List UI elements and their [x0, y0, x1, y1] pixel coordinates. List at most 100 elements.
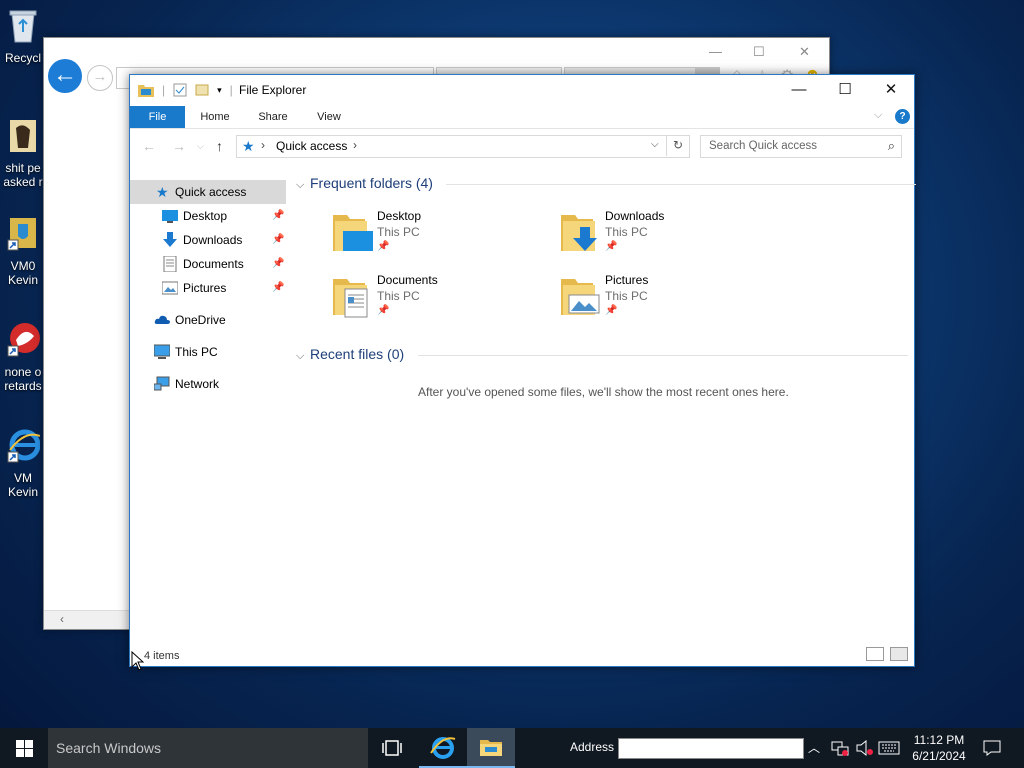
pin-icon: 📌 [377, 305, 390, 316]
folder-tile-pictures[interactable]: Pictures This PC 📌 [559, 273, 769, 329]
expand-ribbon-icon[interactable]: ⌵ [874, 109, 882, 122]
system-clock[interactable]: 11:12 PM 6/21/2024 [906, 732, 972, 764]
chevron-down-icon[interactable]: ⌵ [296, 179, 310, 192]
maximize-button[interactable]: ☐ [822, 75, 868, 105]
pin-icon[interactable]: 📌 [272, 228, 284, 252]
task-view-button[interactable] [368, 728, 416, 768]
horizontal-scrollbar[interactable]: ‹ [44, 610, 130, 629]
sidebar-item-downloads[interactable]: Downloads 📌 [130, 228, 286, 252]
tab-home[interactable]: Home [190, 106, 240, 128]
forward-icon[interactable]: → [172, 138, 186, 154]
recent-locations-icon[interactable]: ⌵ [197, 141, 204, 152]
minimize-button[interactable]: — [776, 75, 822, 105]
mouse-cursor-icon [131, 651, 145, 671]
taskbar-file-explorer[interactable] [467, 728, 515, 768]
recent-files-empty-message: After you've opened some files, we'll sh… [418, 385, 789, 399]
pin-icon[interactable]: 📌 [272, 276, 284, 300]
tab-file[interactable]: File [130, 106, 185, 128]
network-status-icon[interactable] [831, 740, 849, 756]
search-icon[interactable]: ⌕ [888, 138, 895, 154]
tab-share[interactable]: Share [248, 106, 298, 128]
pin-icon: 📌 [605, 241, 618, 252]
desktop-icon-item[interactable]: VM0 Kevin [0, 216, 46, 287]
documents-folder-icon [333, 279, 368, 318]
taskbar-search-box[interactable]: Search Windows [48, 728, 368, 768]
action-center-icon[interactable] [983, 740, 1001, 756]
properties-icon[interactable] [173, 83, 187, 97]
help-icon[interactable]: ? [895, 109, 910, 124]
divider [446, 184, 916, 185]
status-bar-item-count: 4 items [144, 650, 180, 662]
pictures-icon [162, 281, 178, 295]
details-view-icon[interactable] [866, 647, 884, 661]
pin-icon[interactable]: 📌 [272, 204, 284, 228]
chevron-down-icon[interactable]: ⌵ [651, 139, 659, 150]
address-toolbar-label: Address [570, 740, 615, 754]
sidebar-item-pictures[interactable]: Pictures 📌 [130, 276, 286, 300]
back-arrow-icon[interactable]: ← [48, 59, 82, 93]
windows-logo-icon [16, 740, 33, 757]
sidebar-item-label: Network [175, 377, 220, 391]
sidebar-item-quick-access[interactable]: ★ Quick access [130, 180, 286, 204]
minimize-icon[interactable]: — [709, 44, 722, 59]
pin-icon: 📌 [605, 305, 618, 316]
chevron-right-icon[interactable]: › [261, 138, 265, 152]
desktop-icon-item[interactable]: VM Kevin [0, 428, 46, 499]
star-icon: ★ [156, 184, 169, 200]
folder-tile-desktop[interactable]: Desktop This PC 📌 [331, 209, 541, 265]
file-explorer-window[interactable]: | ▾ | File Explorer — ☐ ✕ File Home Shar… [129, 74, 916, 667]
search-placeholder: Search Quick access [709, 140, 818, 152]
folder-tile-downloads[interactable]: Downloads This PC 📌 [559, 209, 769, 265]
download-icon [163, 232, 177, 247]
address-text[interactable]: Quick access [276, 139, 347, 153]
recent-files-header[interactable]: ⌵ Recent files (0) [296, 346, 908, 363]
show-hidden-icons-chevron-icon[interactable]: ︿ [808, 728, 820, 768]
sidebar-item-this-pc[interactable]: This PC [130, 340, 286, 364]
desktop-icon [162, 210, 178, 223]
start-button[interactable] [0, 728, 48, 768]
close-icon[interactable]: ✕ [799, 44, 810, 60]
scroll-left-icon[interactable]: ‹ [60, 612, 64, 626]
up-arrow-icon[interactable]: ↑ [216, 138, 223, 154]
desktop-folder-icon [333, 215, 373, 251]
folder-location: This PC [377, 289, 420, 303]
new-folder-icon[interactable] [195, 83, 209, 97]
taskbar-internet-explorer[interactable] [419, 728, 467, 768]
address-toolbar-input[interactable] [618, 738, 804, 759]
close-button[interactable]: ✕ [868, 75, 914, 105]
customize-dropdown-icon[interactable]: ▾ [217, 85, 222, 96]
keyboard-icon[interactable] [878, 741, 900, 755]
search-input[interactable]: Search Quick access ⌕ [700, 135, 902, 158]
sidebar-item-desktop[interactable]: Desktop 📌 [130, 204, 286, 228]
pin-icon: 📌 [377, 241, 390, 252]
sidebar-item-documents[interactable]: Documents 📌 [130, 252, 286, 276]
section-title: Frequent folders (4) [310, 175, 433, 191]
view-switcher [866, 647, 908, 661]
sidebar-item-onedrive[interactable]: OneDrive [130, 308, 286, 332]
cloud-icon [154, 315, 170, 324]
forward-arrow-icon[interactable]: → [87, 65, 113, 91]
large-icons-view-icon[interactable] [890, 647, 908, 661]
title-bar[interactable]: | ▾ | File Explorer — ☐ ✕ [130, 75, 914, 106]
sidebar-item-network[interactable]: Network [130, 372, 286, 396]
tab-view[interactable]: View [304, 106, 354, 128]
desktop-icon-label: none o retards [4, 365, 42, 393]
desktop-icon-item[interactable]: shit pe asked r [0, 118, 46, 189]
frequent-folders-header[interactable]: ⌵ Frequent folders (4) [296, 175, 916, 192]
volume-muted-icon[interactable] [856, 740, 874, 756]
desktop-icon-recycle-bin[interactable]: Recycl [0, 8, 46, 65]
chevron-right-icon[interactable]: › [353, 138, 357, 152]
folder-name: Pictures [605, 273, 649, 287]
folder-name: Downloads [605, 209, 665, 223]
folder-tile-documents[interactable]: Documents This PC 📌 [331, 273, 541, 329]
window-title: File Explorer [239, 83, 307, 97]
sidebar-item-label: Quick access [175, 185, 247, 199]
pin-icon[interactable]: 📌 [272, 252, 284, 276]
desktop-icon-item[interactable]: none o retards [0, 322, 46, 393]
maximize-icon[interactable]: ☐ [753, 44, 765, 60]
address-bar[interactable]: ★ › Quick access › ⌵ [236, 135, 690, 158]
chevron-down-icon[interactable]: ⌵ [296, 350, 310, 363]
folder-icon[interactable] [138, 83, 154, 97]
back-icon[interactable]: ← [142, 138, 156, 154]
refresh-icon[interactable]: ↻ [666, 135, 689, 156]
